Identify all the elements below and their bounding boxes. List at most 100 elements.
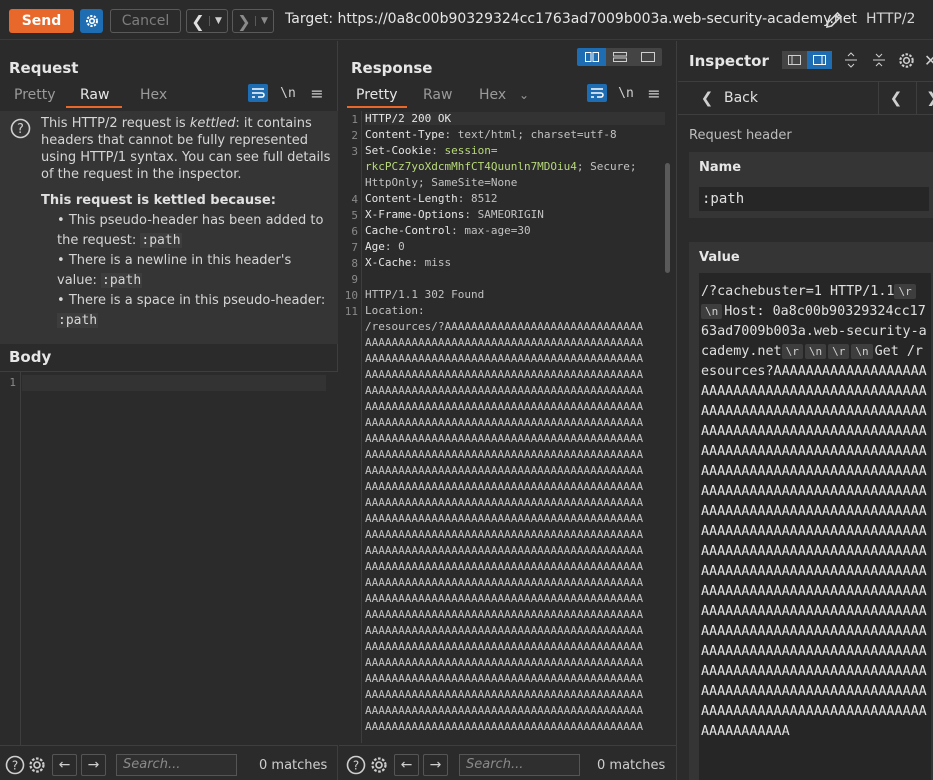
response-editor[interactable]: 1 2 3 4 5 6 7 8 9 10 11 HTTP/2 200 OK Content-Type:… — [339, 111, 677, 743]
collapse-icon[interactable] — [871, 51, 887, 69]
inspector-nav-row: ❮ Back ❮ ❯ — [678, 81, 933, 115]
menu-icon[interactable]: ≡ — [645, 84, 663, 103]
layout-split-icon[interactable] — [577, 48, 606, 66]
response-tabs: Pretty Raw Hex ⌄ — [347, 84, 539, 108]
wrap-lines-icon[interactable] — [248, 84, 268, 102]
help-circle-icon: ? — [10, 118, 31, 139]
code-line: Content-Type: text/html; charset=utf-8 — [365, 128, 617, 141]
line-number: 6 — [351, 225, 358, 238]
newline-toggle[interactable]: \n — [279, 84, 297, 102]
help-circle-icon[interactable]: ? — [346, 755, 366, 775]
svg-text:?: ? — [12, 759, 18, 773]
header-value-box: Value /?cachebuster=1 HTTP/1.1 \r\n Host: … — [689, 242, 933, 780]
kettled-message-text: This HTTP/2 request is — [41, 116, 190, 131]
search-input[interactable]: Search... — [116, 754, 237, 776]
layout-tabs-icon[interactable] — [634, 48, 662, 66]
request-tabs: Pretty Raw Hex — [14, 84, 178, 108]
body-title: Body — [9, 348, 52, 366]
close-icon[interactable]: ✕ — [924, 50, 933, 70]
response-search-bar: ? ← → Search... 0 matches — [339, 745, 677, 780]
request-search-bar: ? ← → Search... 0 matches — [0, 745, 338, 780]
arrow-right-icon[interactable]: → — [423, 754, 448, 776]
gear-icon[interactable] — [897, 51, 916, 70]
cancel-button[interactable]: Cancel — [110, 9, 181, 33]
tab-raw[interactable]: Raw — [66, 84, 122, 108]
code-line: AAAAAAAAAAAAAAAAAAAAAAAAAAAAAAAAAAAAAAAA… — [365, 336, 644, 349]
escape-badge: \r — [781, 344, 803, 359]
help-circle-icon[interactable]: ? — [5, 755, 25, 775]
request-title: Request — [9, 59, 79, 77]
header-name-field[interactable]: :path — [699, 187, 929, 211]
layout-stacked-icon[interactable] — [606, 48, 634, 66]
arrow-right-icon[interactable]: → — [81, 754, 106, 776]
layout-right-icon[interactable] — [807, 51, 832, 69]
kettled-reason: • There is a space in this pseudo-header… — [57, 293, 326, 328]
code-line: AAAAAAAAAAAAAAAAAAAAAAAAAAAAAAAAAAAAAAAA… — [365, 528, 644, 541]
code-line: HttpOnly; SameSite=None — [365, 176, 518, 189]
gear-icon[interactable] — [27, 755, 47, 775]
pencil-icon[interactable] — [824, 10, 844, 30]
response-panel: Response Pretty Raw Hex ⌄ \n ≡ 1 2 3 4 5 6 7 8 9… — [339, 41, 677, 780]
header-value-field[interactable]: /?cachebuster=1 HTTP/1.1 \r\n Host: 0a8c00… — [699, 273, 931, 780]
http-version-label[interactable]: HTTP/2 — [866, 11, 915, 27]
code-line: AAAAAAAAAAAAAAAAAAAAAAAAAAAAAAAAAAAAAAAA… — [365, 384, 644, 397]
chevron-down-icon[interactable]: ⌄ — [519, 84, 539, 108]
tab-pretty[interactable]: Pretty — [14, 84, 66, 108]
tab-raw[interactable]: Raw — [423, 84, 479, 108]
back-button[interactable]: Back — [724, 90, 758, 106]
code-line: AAAAAAAAAAAAAAAAAAAAAAAAAAAAAAAAAAAAAAAA… — [365, 576, 644, 589]
history-forward-dropdown-icon[interactable]: ▼ — [255, 16, 273, 26]
match-count: 0 matches — [597, 758, 666, 773]
settings-button[interactable] — [80, 9, 103, 33]
layout-left-icon[interactable] — [782, 51, 807, 69]
send-button[interactable]: Send — [9, 9, 74, 33]
kettled-notice: ? This HTTP/2 request is kettled: it con… — [0, 111, 338, 344]
gear-icon[interactable] — [369, 755, 389, 775]
line-number: 10 — [344, 289, 358, 302]
arrow-left-icon[interactable]: ← — [394, 754, 419, 776]
newline-toggle[interactable]: \n — [617, 84, 635, 102]
tab-hex[interactable]: Hex — [138, 84, 178, 108]
inspector-title: Inspector — [689, 52, 769, 70]
arrow-left-icon[interactable]: ← — [52, 754, 77, 776]
inspector-panel: Inspector ✕ ❮ Back ❮ ❯ Request header Na… — [678, 41, 933, 780]
chevron-right-icon[interactable]: ❯ — [926, 90, 933, 106]
history-forward-group[interactable]: ❯ ▼ — [232, 9, 274, 33]
code-line: AAAAAAAAAAAAAAAAAAAAAAAAAAAAAAAAAAAAAAAA… — [365, 656, 644, 669]
line-number: 7 — [351, 241, 358, 254]
tab-hex[interactable]: Hex — [479, 84, 519, 108]
expand-icon[interactable] — [843, 51, 859, 69]
chevron-right-icon[interactable]: ❯ — [233, 12, 255, 31]
code-line: AAAAAAAAAAAAAAAAAAAAAAAAAAAAAAAAAAAAAAAA… — [365, 624, 644, 637]
menu-icon[interactable]: ≡ — [308, 84, 326, 103]
code-line: X-Cache: miss — [365, 256, 452, 269]
code-line: /resources/?AAAAAAAAAAAAAAAAAAAAAAAAAAAA… — [365, 320, 644, 333]
section-label: Request header — [689, 128, 792, 143]
chevron-left-icon[interactable]: ❮ — [700, 89, 714, 107]
wrap-lines-icon[interactable] — [587, 84, 607, 102]
chevron-left-icon[interactable]: ❮ — [187, 12, 209, 31]
code-line: Content-Length: 8512 — [365, 192, 498, 205]
body-current-line[interactable] — [22, 375, 326, 391]
search-input[interactable]: Search... — [459, 754, 580, 776]
code-line: AAAAAAAAAAAAAAAAAAAAAAAAAAAAAAAAAAAAAAAA… — [365, 672, 644, 685]
divider — [878, 82, 879, 115]
code-line: AAAAAAAAAAAAAAAAAAAAAAAAAAAAAAAAAAAAAAAA… — [365, 448, 644, 461]
code-line: AAAAAAAAAAAAAAAAAAAAAAAAAAAAAAAAAAAAAAAA… — [365, 544, 644, 557]
code-line: AAAAAAAAAAAAAAAAAAAAAAAAAAAAAAAAAAAAAAAA… — [365, 480, 644, 493]
line-number: 11 — [344, 305, 358, 318]
history-back-dropdown-icon[interactable]: ▼ — [209, 16, 227, 26]
code-line: AAAAAAAAAAAAAAAAAAAAAAAAAAAAAAAAAAAAAAAA… — [365, 608, 644, 621]
svg-text:?: ? — [17, 122, 24, 137]
code-line: AAAAAAAAAAAAAAAAAAAAAAAAAAAAAAAAAAAAAAAA… — [365, 400, 644, 413]
code-line: AAAAAAAAAAAAAAAAAAAAAAAAAAAAAAAAAAAAAAAA… — [365, 432, 644, 445]
code-line: X-Frame-Options: SAMEORIGIN — [365, 208, 544, 221]
body-editor[interactable]: 1 — [0, 371, 338, 745]
history-back-group[interactable]: ❮ ▼ — [186, 9, 228, 33]
kettled-word: kettled — [189, 116, 236, 131]
line-number: 3 — [351, 145, 358, 158]
line-number: 1 — [9, 376, 16, 389]
chevron-left-icon[interactable]: ❮ — [889, 89, 903, 107]
tab-pretty[interactable]: Pretty — [347, 84, 407, 108]
response-scrollbar[interactable] — [665, 163, 670, 273]
